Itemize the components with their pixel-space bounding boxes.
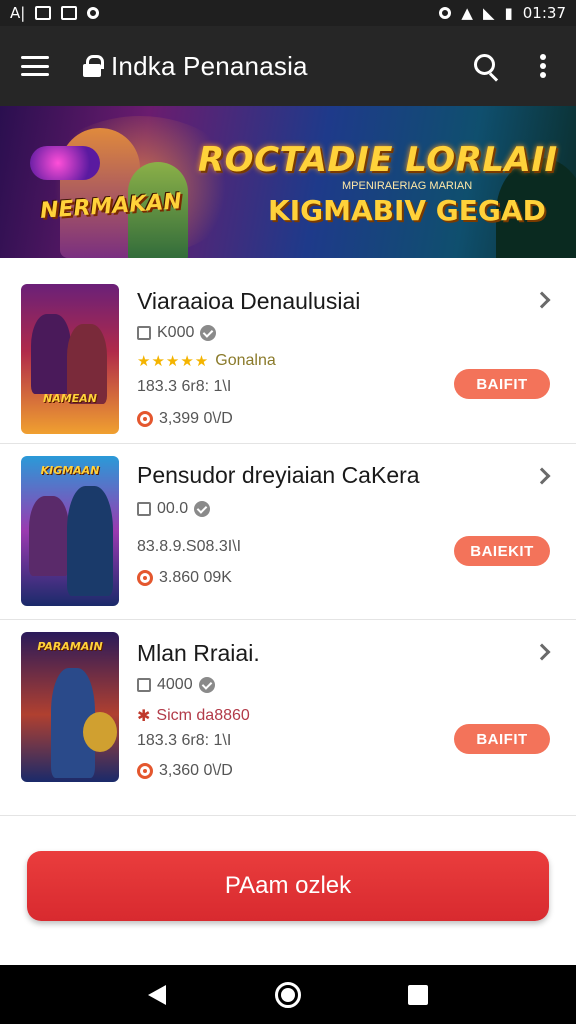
item-title: Mlan Rraiai. (137, 640, 260, 666)
badge-button[interactable]: BAIFIT (454, 724, 550, 754)
wifi-icon: ◣ (482, 4, 495, 22)
banner-tagline: MPENIRAERIAG MARIAN (342, 180, 473, 192)
episodes-icon (137, 326, 151, 340)
verified-icon (198, 677, 215, 693)
episodes-icon (137, 502, 151, 516)
chevron-right-icon[interactable] (533, 291, 551, 309)
page-title: Indka Penanasia (111, 50, 308, 81)
item-stats: 183.3 6r8: 1\I (137, 732, 231, 750)
list-item[interactable]: KIGMAAN Pensudor dreyiaian CaKera 00.0 8… (0, 444, 576, 620)
item-rank: Sicm da8860 (156, 707, 250, 724)
clock-icon (137, 411, 153, 427)
item-stats: 83.8.9.S08.3I\I (137, 538, 241, 556)
item-views: 3,360 0\/D (159, 762, 233, 779)
poster-label: NAMEAN (43, 392, 97, 405)
notification-icon (87, 7, 100, 19)
rating-stars: ★★★★★ (137, 353, 210, 370)
item-views-row: 3,399 0\/D (137, 410, 233, 428)
poster-figure (83, 712, 117, 752)
clock-icon (137, 570, 153, 586)
item-title: Viaraaioa Denaulusiai (137, 288, 361, 314)
verified-icon (200, 325, 217, 341)
banner-subtitle: KIGMABIV GEGAD (268, 194, 546, 227)
verified-icon (194, 501, 211, 517)
item-views: 3.860 09K (159, 569, 232, 586)
item-genre: Gonalna (215, 352, 276, 369)
item-views-row: 3,360 0\/D (137, 762, 233, 780)
clock-icon (137, 763, 153, 779)
notification-icon (35, 6, 52, 20)
badge-button[interactable]: BAIEKIT (454, 536, 550, 566)
banner-title: ROCTADIE LORLAII (198, 140, 558, 180)
alarm-icon (439, 7, 452, 19)
list-item[interactable]: PARAMAIN Mlan Rraiai. 4000 ✱ Sicm da8860… (0, 620, 576, 806)
list-item[interactable]: NAMEAN Viaraaioa Denaulusiai K000 ★★★★★ … (0, 258, 576, 444)
item-stats-text: 83.8.9.S08.3I\I (137, 538, 242, 555)
notification-icon (61, 6, 78, 20)
item-count: K000 (157, 324, 195, 341)
system-nav-bar (0, 965, 576, 1024)
chevron-right-icon[interactable] (533, 467, 551, 485)
primary-cta-button[interactable]: PAam ozlek (27, 851, 549, 921)
battery-icon: ▮ (504, 4, 513, 22)
lock-icon (83, 55, 104, 77)
item-views-row: 3.860 09K (137, 569, 232, 587)
item-views: 3,399 0\/D (159, 410, 233, 427)
item-stats-text: 183.3 6r8: 1\I (137, 732, 232, 749)
item-count-row: K000 (137, 324, 217, 342)
poster-image: NAMEAN (21, 284, 119, 434)
cta-container: PAam ozlek (0, 815, 576, 965)
hamburger-icon[interactable] (21, 56, 49, 76)
episodes-icon (137, 678, 151, 692)
rank-star-icon: ✱ (137, 708, 151, 725)
recents-icon[interactable] (408, 985, 428, 1005)
chevron-right-icon[interactable] (533, 643, 551, 661)
item-rank-row: ✱ Sicm da8860 (137, 706, 250, 726)
item-stats-text: 183.3 6r8: 1\I (137, 378, 232, 395)
poster-figure (67, 486, 113, 596)
back-icon[interactable] (148, 985, 166, 1005)
status-bar: A| ▲ ◣ ▮ 01:37 (0, 0, 576, 26)
status-time: 01:37 (522, 4, 566, 22)
more-vert-icon[interactable] (540, 54, 546, 78)
poster-image: KIGMAAN (21, 456, 119, 606)
search-icon[interactable] (472, 52, 500, 80)
item-count: 4000 (157, 676, 193, 693)
item-count-row: 4000 (137, 676, 215, 694)
poster-figure (29, 496, 69, 576)
home-icon[interactable] (275, 982, 301, 1008)
item-title: Pensudor dreyiaian CaKera (137, 462, 420, 488)
item-count: 00.0 (157, 500, 189, 517)
promo-banner[interactable]: NERMAKAN ROCTADIE LORLAII MPENIRAERIAG M… (0, 106, 576, 258)
status-left-text: A| (10, 4, 26, 22)
content-list: NAMEAN Viaraaioa Denaulusiai K000 ★★★★★ … (0, 258, 576, 806)
item-stats: 183.3 6r8: 1\I (137, 378, 231, 396)
poster-label: KIGMAAN (40, 464, 100, 477)
app-bar: Indka Penanasia (0, 26, 576, 106)
banner-blaster-figure (30, 146, 100, 180)
signal-icon: ▲ (461, 4, 473, 22)
poster-image: PARAMAIN (21, 632, 119, 782)
item-rating-row: ★★★★★ Gonalna (137, 352, 276, 370)
badge-button[interactable]: BAIFIT (454, 369, 550, 399)
poster-figure (31, 314, 71, 394)
poster-label: PARAMAIN (37, 640, 103, 653)
item-count-row: 00.0 (137, 500, 211, 518)
